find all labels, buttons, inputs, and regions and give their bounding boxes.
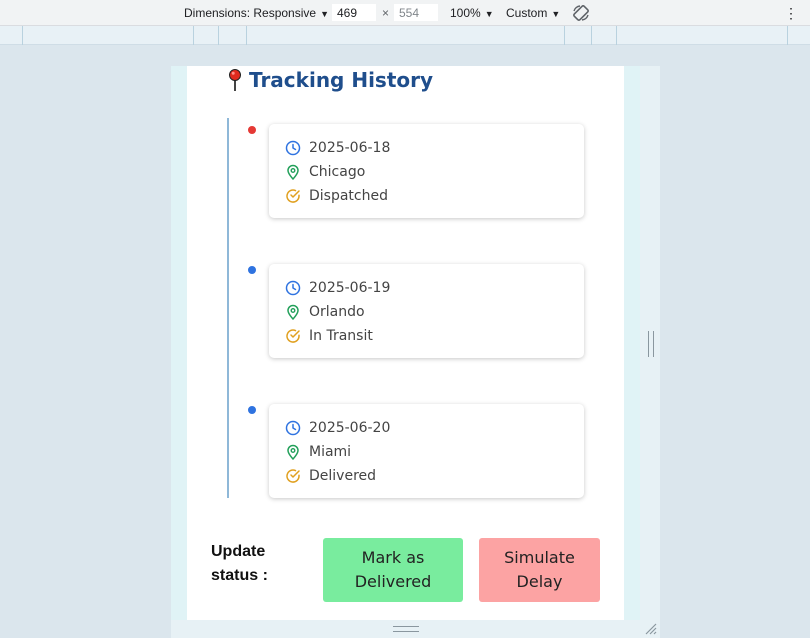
clock-icon (285, 280, 301, 296)
event-date: 2025-06-20 (309, 420, 391, 436)
event-location: Miami (309, 444, 352, 460)
check-circle-icon (286, 469, 300, 483)
chevron-down-icon: ▼ (320, 9, 329, 19)
update-status-label: Update status : (211, 540, 281, 588)
check-circle-icon (286, 189, 300, 203)
tracking-event-card: 2025-06-20 Miami Delivered (269, 404, 584, 498)
timeline-line (227, 118, 229, 498)
event-date: 2025-06-18 (309, 140, 391, 156)
event-status: Dispatched (309, 188, 388, 204)
event-status-row: Delivered (285, 464, 568, 488)
times-sign: × (382, 6, 390, 20)
zoom-label: 100% (450, 6, 481, 20)
page-title-text: Tracking History (249, 68, 434, 92)
dimensions-dropdown[interactable]: Dimensions: Responsive ▼ (184, 6, 329, 20)
throttle-dropdown[interactable]: Custom ▼ (506, 6, 560, 20)
ruler-tick (218, 26, 219, 45)
update-status-label-text: Update status : (211, 543, 268, 584)
more-options-icon[interactable]: ⋮ (784, 3, 798, 23)
event-location-row: Orlando (285, 300, 568, 324)
event-location: Orlando (309, 304, 365, 320)
event-status-row: In Transit (285, 324, 568, 348)
event-status-row: Dispatched (285, 184, 568, 208)
height-input[interactable]: 554 (394, 4, 438, 21)
viewport-gutter-right (624, 66, 640, 620)
location-pin-icon (287, 444, 299, 460)
event-location-row: Miami (285, 440, 568, 464)
page-content: Tracking History 2025-06-18 Chicago Disp… (187, 66, 624, 620)
resize-handle-right[interactable] (648, 331, 654, 357)
event-location: Chicago (309, 164, 366, 180)
location-pin-icon (287, 304, 299, 320)
tracking-event-card: 2025-06-19 Orlando In Transit (269, 264, 584, 358)
clock-icon (285, 140, 301, 156)
ruler-tick (616, 26, 617, 45)
viewport-gutter-left (171, 66, 187, 620)
rotate-icon[interactable] (571, 3, 591, 23)
event-location-row: Chicago (285, 160, 568, 184)
timeline-dot (248, 266, 256, 274)
device-viewport: Tracking History 2025-06-18 Chicago Disp… (171, 66, 660, 638)
event-date-row: 2025-06-19 (285, 276, 568, 300)
resize-handle-bottom[interactable] (393, 626, 419, 632)
event-date-row: 2025-06-20 (285, 416, 568, 440)
event-status: Delivered (309, 468, 377, 484)
simulate-delay-button[interactable]: Simulate Delay (479, 538, 600, 602)
clock-icon (285, 420, 301, 436)
zoom-dropdown[interactable]: 100% ▼ (450, 6, 494, 20)
event-date-row: 2025-06-18 (285, 136, 568, 160)
throttle-label: Custom (506, 6, 548, 20)
event-status: In Transit (309, 328, 373, 344)
timeline-dot (248, 126, 256, 134)
check-circle-icon (286, 329, 300, 343)
ruler-tick (591, 26, 592, 45)
tracking-event-card: 2025-06-18 Chicago Dispatched (269, 124, 584, 218)
pushpin-icon (229, 69, 241, 91)
devtools-toolbar: Dimensions: Responsive ▼ 469 × 554 100% ▼ … (0, 0, 810, 26)
ruler-tick (246, 26, 247, 45)
width-input[interactable]: 469 (332, 4, 376, 21)
dimensions-label: Dimensions: Responsive (184, 6, 317, 20)
location-pin-icon (287, 164, 299, 180)
chevron-down-icon: ▼ (551, 9, 561, 19)
page-title: Tracking History (227, 68, 433, 92)
timeline-dot (248, 406, 256, 414)
resize-corner-icon[interactable] (644, 622, 658, 636)
ruler-tick (787, 26, 788, 45)
ruler-tick (564, 26, 565, 45)
ruler-tick (193, 26, 194, 45)
chevron-down-icon: ▼ (484, 9, 494, 19)
media-query-ruler[interactable] (0, 26, 810, 45)
event-date: 2025-06-19 (309, 280, 391, 296)
mark-delivered-button[interactable]: Mark as Delivered (323, 538, 463, 602)
ruler-tick (22, 26, 23, 45)
